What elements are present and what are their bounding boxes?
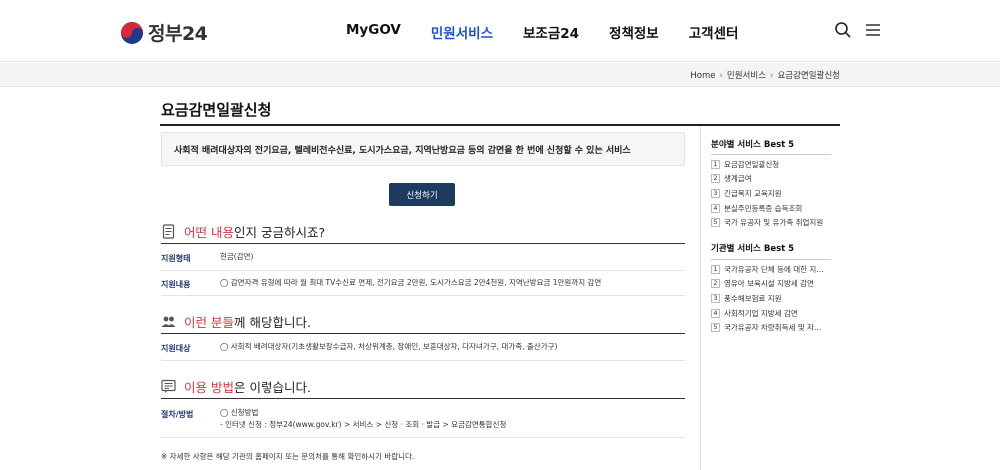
main-nav: MyGOV 민원서비스 보조금24 정책정보 고객센터 — [346, 22, 768, 42]
list-item[interactable]: 5 국가유공자 차량취득세 및 자… — [711, 320, 836, 335]
nav-customer-center[interactable]: 고객센터 — [689, 22, 739, 42]
list-item[interactable]: 4 사회적기업 지방세 감면 — [711, 306, 836, 321]
nav-policy-info[interactable]: 정책정보 — [609, 22, 659, 42]
field-best5-list: 1 요금감면일괄신청 2 생계급여 3 긴급복지 교육지원 4 분실주민등록증 습득조회… — [711, 157, 836, 230]
list-item[interactable]: 2 영유아 보육시설 지방세 감면 — [711, 277, 836, 292]
section-what-heading: 어떤 내용인지 궁금하시죠? — [161, 222, 325, 241]
site-header: 정부24 MyGOV 민원서비스 보조금24 정책정보 고객센터 — [0, 0, 1000, 62]
search-icon[interactable] — [834, 21, 852, 39]
row-label: 지원내용 — [161, 280, 191, 289]
section-how-heading: 이용 방법은 이렇습니다. — [161, 377, 311, 396]
row-value-online: - 인터넷 신청 : 정부24(www.gov.kr) > 서비스 > 신청 ·… — [220, 420, 507, 429]
info-row-procedure: 절차/방법 ◯ 신청방법 - 인터넷 신청 : 정부24(www.gov.kr)… — [161, 399, 685, 438]
sidebar-org-title: 기관별 서비스 Best 5 — [711, 244, 795, 254]
row-value-method: ◯ 신청방법 — [220, 408, 259, 417]
breadcrumb-civil-service[interactable]: 민원서비스 — [727, 71, 766, 81]
list-item[interactable]: 3 긴급복지 교육지원 — [711, 186, 836, 201]
service-summary: 사회적 배려대상자의 전기요금, 텔레비전수신료, 도시가스요금, 지역난방요금… — [161, 132, 685, 166]
taegeuk-logo-icon — [121, 21, 143, 44]
list-item[interactable]: 1 요금감면일괄신청 — [711, 157, 836, 172]
sidebar-divider — [711, 259, 831, 260]
nav-subsidy24[interactable]: 보조금24 — [523, 22, 579, 42]
logo-text: 정부24 — [148, 23, 208, 45]
list-item[interactable]: 5 국가 유공자 및 유가족 취업지원 — [711, 215, 836, 230]
list-item[interactable]: 2 생계급여 — [711, 172, 836, 187]
sidebar-field-title: 분야별 서비스 Best 5 — [711, 140, 795, 150]
chat-list-icon — [161, 379, 176, 394]
row-value: ◯ 사회적 배려대상자(기초생활보장수급자, 차상위계층, 장애인, 보훈대상자… — [220, 342, 558, 351]
info-row-support-type: 지원형태 현금(감면) — [161, 244, 685, 271]
list-item[interactable]: 1 국가유공자 단체 등에 대한 지… — [711, 262, 836, 277]
apply-button[interactable]: 신청하기 — [389, 183, 455, 206]
page-title: 요금감면일괄신청 — [161, 101, 272, 119]
info-row-support-content: 지원내용 ◯ 감면자격 유형에 따라 월 최대 TV수신료 면제, 전기요금 2… — [161, 271, 685, 296]
breadcrumb-home[interactable]: Home — [690, 71, 715, 81]
list-item[interactable]: 4 분실주민등록증 습득조회 — [711, 201, 836, 216]
document-icon — [161, 224, 176, 239]
footnote: ※ 자세한 사항은 해당 기관의 홈페이지 또는 문의처를 통해 확인하시기 바… — [161, 452, 415, 461]
sidebar: 분야별 서비스 Best 5 1 요금감면일괄신청 2 생계급여 3 긴급복지 교육지… — [700, 126, 840, 470]
section-who-text: 께 해당합니다. — [233, 315, 311, 330]
menu-icon[interactable] — [864, 21, 882, 39]
section-who-highlight: 이런 분들 — [184, 315, 234, 330]
users-icon — [161, 314, 176, 329]
nav-civil-service[interactable]: 민원서비스 — [431, 22, 493, 42]
section-who-heading: 이런 분들께 해당합니다. — [161, 312, 311, 331]
breadcrumb: Home › 민원서비스 › 요금감면일괄신청 — [690, 69, 840, 81]
row-value: 현금(감면) — [220, 252, 254, 261]
row-label: 지원형태 — [161, 254, 191, 263]
row-label: 절차/방법 — [161, 410, 194, 419]
section-what-highlight: 어떤 내용 — [184, 225, 234, 240]
list-item[interactable]: 3 풍수해보험료 지원 — [711, 291, 836, 306]
breadcrumb-current: 요금감면일괄신청 — [777, 71, 840, 81]
chevron-right-icon: › — [770, 71, 774, 81]
chevron-right-icon: › — [719, 71, 723, 81]
section-how-highlight: 이용 방법 — [184, 380, 234, 395]
section-how-text: 은 이렇습니다. — [233, 380, 311, 395]
nav-mygov[interactable]: MyGOV — [346, 22, 401, 42]
row-value: ◯ 감면자격 유형에 따라 월 최대 TV수신료 면제, 전기요금 2만원, 도… — [220, 278, 602, 287]
info-row-target: 지원대상 ◯ 사회적 배려대상자(기초생활보장수급자, 차상위계층, 장애인, … — [161, 334, 685, 361]
org-best5-list: 1 국가유공자 단체 등에 대한 지… 2 영유아 보육시설 지방세 감면 3 풍수해… — [711, 262, 836, 335]
section-what-text: 인지 궁금하시죠? — [233, 225, 326, 240]
site-logo[interactable]: 정부24 — [121, 19, 208, 46]
breadcrumb-bar: Home › 민원서비스 › 요금감면일괄신청 — [0, 63, 1000, 87]
row-label: 지원대상 — [161, 344, 191, 353]
sidebar-divider — [711, 154, 831, 155]
